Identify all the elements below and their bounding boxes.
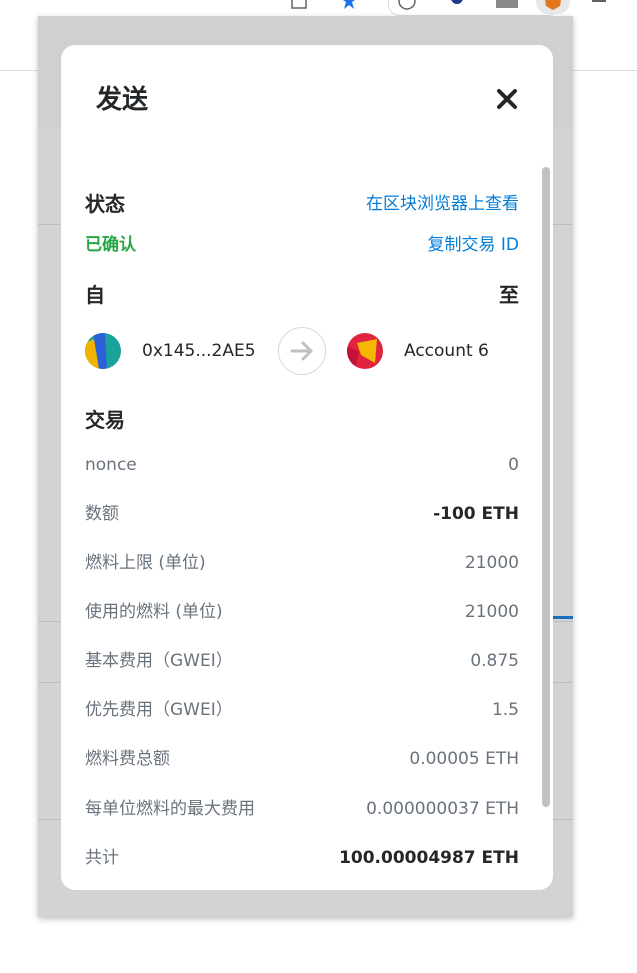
detail-value: 0.000000037 ETH bbox=[366, 799, 519, 819]
extensions-puzzle-icon[interactable] bbox=[590, 0, 608, 10]
detail-row: 使用的燃料 (单位) 21000 bbox=[85, 598, 519, 626]
detail-row: 燃料上限 (单位) 21000 bbox=[85, 549, 519, 577]
arrow-right-icon bbox=[290, 341, 313, 361]
detail-label: 使用的燃料 (单位) bbox=[85, 602, 223, 622]
detail-value: 0.875 bbox=[470, 651, 519, 671]
detail-label: 燃料费总额 bbox=[85, 749, 170, 769]
detail-label: 每单位燃料的最大费用 bbox=[85, 799, 255, 819]
total-row: 共计 100.00004987 ETH bbox=[85, 844, 519, 872]
detail-value: 21000 bbox=[464, 553, 519, 573]
metamask-fox-icon[interactable] bbox=[536, 0, 570, 14]
copy-tx-id-link[interactable]: 复制交易 ID bbox=[427, 231, 519, 259]
status-label: 状态 bbox=[85, 192, 125, 216]
extension-icon-3[interactable] bbox=[496, 0, 518, 10]
detail-row: nonce 0 bbox=[85, 451, 519, 479]
detail-value: -100 ETH bbox=[433, 504, 519, 524]
transfer-arrow bbox=[278, 327, 326, 375]
detail-row: 燃料费总额 0.00005 ETH bbox=[85, 745, 519, 773]
detail-label: nonce bbox=[85, 455, 137, 475]
detail-label: 基本费用（GWEI） bbox=[85, 651, 233, 671]
detail-row: 优先费用（GWEI） 1.5 bbox=[85, 696, 519, 724]
close-icon bbox=[497, 89, 517, 109]
detail-row: 数额 -100 ETH bbox=[85, 500, 519, 528]
bookmark-star-icon[interactable] bbox=[340, 0, 358, 10]
detail-value: 21000 bbox=[464, 602, 519, 622]
transaction-heading: 交易 bbox=[85, 408, 125, 432]
detail-row: 基本费用（GWEI） 0.875 bbox=[85, 647, 519, 675]
detail-value: 0 bbox=[508, 455, 519, 475]
from-to-heading-row: 自 至 bbox=[85, 281, 519, 309]
to-account-avatar bbox=[347, 333, 383, 369]
status-value-row: 已确认 复制交易 ID bbox=[85, 231, 519, 259]
extension-icon-1[interactable] bbox=[398, 0, 416, 10]
detail-row: 每单位燃料的最大费用 0.000000037 ETH bbox=[85, 795, 519, 823]
popup-tab-indicator bbox=[553, 616, 573, 619]
view-on-explorer-link[interactable]: 在区块浏览器上查看 bbox=[366, 190, 519, 218]
browser-toolbar-strip bbox=[0, 0, 637, 16]
transaction-details-modal: 发送 状态 在区块浏览器上查看 已确认 复制交易 ID 自 至 0x145...… bbox=[61, 45, 553, 890]
to-label: 至 bbox=[499, 283, 519, 307]
status-value: 已确认 bbox=[85, 235, 136, 255]
extension-icon-2[interactable] bbox=[448, 0, 466, 10]
detail-label: 数额 bbox=[85, 504, 119, 524]
scrollbar[interactable] bbox=[542, 167, 550, 807]
close-button[interactable] bbox=[491, 83, 523, 115]
total-value: 100.00004987 ETH bbox=[339, 848, 519, 868]
modal-title: 发送 bbox=[96, 85, 149, 115]
to-account-name[interactable]: Account 6 bbox=[404, 337, 489, 365]
detail-label: 优先费用（GWEI） bbox=[85, 700, 233, 720]
detail-label: 燃料上限 (单位) bbox=[85, 553, 206, 573]
from-address[interactable]: 0x145...2AE5 bbox=[142, 337, 256, 365]
transaction-heading-row: 交易 bbox=[85, 406, 519, 434]
share-icon[interactable] bbox=[290, 0, 308, 10]
status-row: 状态 在区块浏览器上查看 bbox=[85, 190, 519, 218]
detail-value: 1.5 bbox=[491, 700, 519, 720]
from-account-avatar bbox=[85, 333, 121, 369]
total-label: 共计 bbox=[85, 848, 119, 868]
from-label: 自 bbox=[85, 283, 105, 307]
from-to-row: 0x145...2AE5 Account 6 bbox=[85, 327, 519, 375]
detail-value: 0.00005 ETH bbox=[409, 749, 519, 769]
